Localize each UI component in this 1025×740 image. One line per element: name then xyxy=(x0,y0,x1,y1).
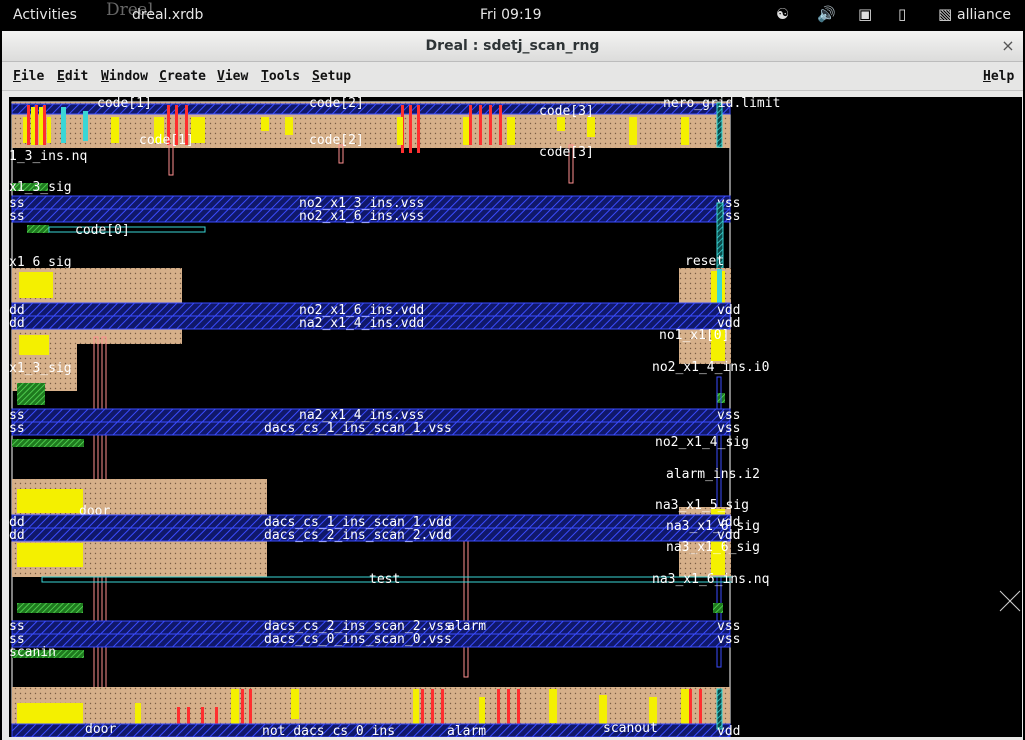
label-scanout: scanout xyxy=(603,721,658,736)
menu-help[interactable]: Help xyxy=(983,69,1014,84)
bottom-rail-right: vdd xyxy=(717,724,740,737)
label-door-bottom: door xyxy=(85,722,116,737)
code0-block xyxy=(27,225,49,233)
layout-canvas[interactable]: code[1] code[2] code[3] nero_grid.limit … xyxy=(9,97,1022,737)
label-no2-i0: no2_x1_4_ins.i0 xyxy=(652,360,769,375)
label-test: test xyxy=(369,572,400,587)
label-bottom-inst: not_dacs_cs_0_ins xyxy=(262,724,395,737)
rail-6-left: ss xyxy=(9,421,25,436)
label-code2: code[2] xyxy=(309,133,364,148)
label-code1: code[1] xyxy=(139,133,194,148)
accessibility-icon[interactable]: ☯ xyxy=(776,5,789,23)
via-block-left-4 xyxy=(17,489,83,513)
layout-view[interactable]: code[1] code[2] code[3] nero_grid.limit … xyxy=(9,97,1022,737)
label-reset: reset xyxy=(685,254,724,269)
window-title: Dreal : sdetj_scan_rng xyxy=(425,38,600,54)
menu-bar: File Edit Window Create View Tools Setup… xyxy=(2,62,1023,91)
rail-10-right: vss xyxy=(717,632,740,647)
label-na3-sig-3: na3_x1_6_sig xyxy=(666,540,760,555)
label-code3-top: code[3] xyxy=(539,104,594,119)
label-no1-0: no1_x1[0] xyxy=(659,328,729,343)
title-bar[interactable]: Dreal : sdetj_scan_rng × xyxy=(2,31,1023,62)
menu-tools[interactable]: Tools xyxy=(261,69,300,84)
label-x1-3-sig: x1_3_sig xyxy=(9,180,72,195)
code1-wire xyxy=(168,144,174,176)
label-alarm: alarm xyxy=(447,619,486,634)
label-alarm-bottom: alarm xyxy=(447,724,486,737)
via-block-left-2 xyxy=(19,272,53,298)
menu-setup[interactable]: Setup xyxy=(312,69,351,84)
label-na3-sig-2: na3_x1_6_sig xyxy=(666,519,760,534)
sig-block-2 xyxy=(17,383,45,405)
rail-2-left: ss xyxy=(9,209,25,224)
label-no2-sig: no2_x1_4_sig xyxy=(655,435,749,450)
label-code2-top: code[2] xyxy=(309,97,364,111)
label-na3-sig: na3_x1_5_sig xyxy=(655,498,749,513)
label-na3-nq: na3_x1_6_ins.nq xyxy=(652,572,769,587)
label-code1-top: code[1] xyxy=(97,97,152,111)
label-sig-mid: x1_3_sig xyxy=(9,361,72,376)
sig-block-right-2 xyxy=(713,603,723,613)
user-icon[interactable]: ▧ xyxy=(938,5,952,23)
via-block-left-3 xyxy=(19,335,49,355)
rail-10-label: dacs_cs_0_ins_scan_0.vss xyxy=(264,632,452,647)
gnome-top-bar: Activities Dreal dreal.xrdb Fri 09:19 ☯ … xyxy=(0,0,1025,31)
close-icon[interactable]: × xyxy=(997,35,1019,57)
menu-view[interactable]: View xyxy=(217,69,248,84)
activities-button[interactable]: Activities xyxy=(13,7,77,23)
rail-4-label: na2_x1_4_ins.vdd xyxy=(299,316,424,331)
dreal-window: Dreal : sdetj_scan_rng × File Edit Windo… xyxy=(2,31,1023,740)
via-block-left-5 xyxy=(17,543,83,567)
label-code3: code[3] xyxy=(539,145,594,160)
menu-create[interactable]: Create xyxy=(159,69,206,84)
rail-6-right: vss xyxy=(717,421,740,436)
menu-file[interactable]: File xyxy=(13,69,44,84)
clock[interactable]: Fri 09:19 xyxy=(480,7,541,23)
label-nero-grid-limit: nero_grid.limit xyxy=(663,97,780,111)
label-ins-nq: 1_3_ins.nq xyxy=(9,149,87,164)
sig-block-3 xyxy=(12,439,84,447)
label-code0: code[0] xyxy=(75,223,130,238)
app-menu[interactable]: dreal.xrdb xyxy=(132,7,203,23)
rail-8-label: dacs_cs_2_ins_scan_2.vdd xyxy=(264,528,452,543)
sig-block-4 xyxy=(17,603,83,613)
label-x1-6-sig: x1_6_sig xyxy=(9,255,72,270)
network-icon[interactable]: ▣ xyxy=(858,5,872,23)
volume-icon[interactable]: 🔊 xyxy=(817,5,836,23)
crosshair-cursor-icon xyxy=(999,590,1021,612)
label-scanin: scanin xyxy=(9,645,56,660)
rail-4-left: dd xyxy=(9,316,25,331)
label-alarm-i2: alarm_ins.i2 xyxy=(666,467,760,482)
battery-icon[interactable]: ▯ xyxy=(898,5,906,23)
menu-window[interactable]: Window xyxy=(101,69,148,84)
rail-2-label: no2_x1_6_ins.vss xyxy=(299,209,424,224)
user-menu[interactable]: alliance xyxy=(957,7,1011,23)
rail-6-label: dacs_cs_1_ins_scan_1.vss xyxy=(264,421,452,436)
bottom-metal2 xyxy=(716,688,723,730)
rail-8-left: dd xyxy=(9,528,25,543)
menu-edit[interactable]: Edit xyxy=(57,69,88,84)
